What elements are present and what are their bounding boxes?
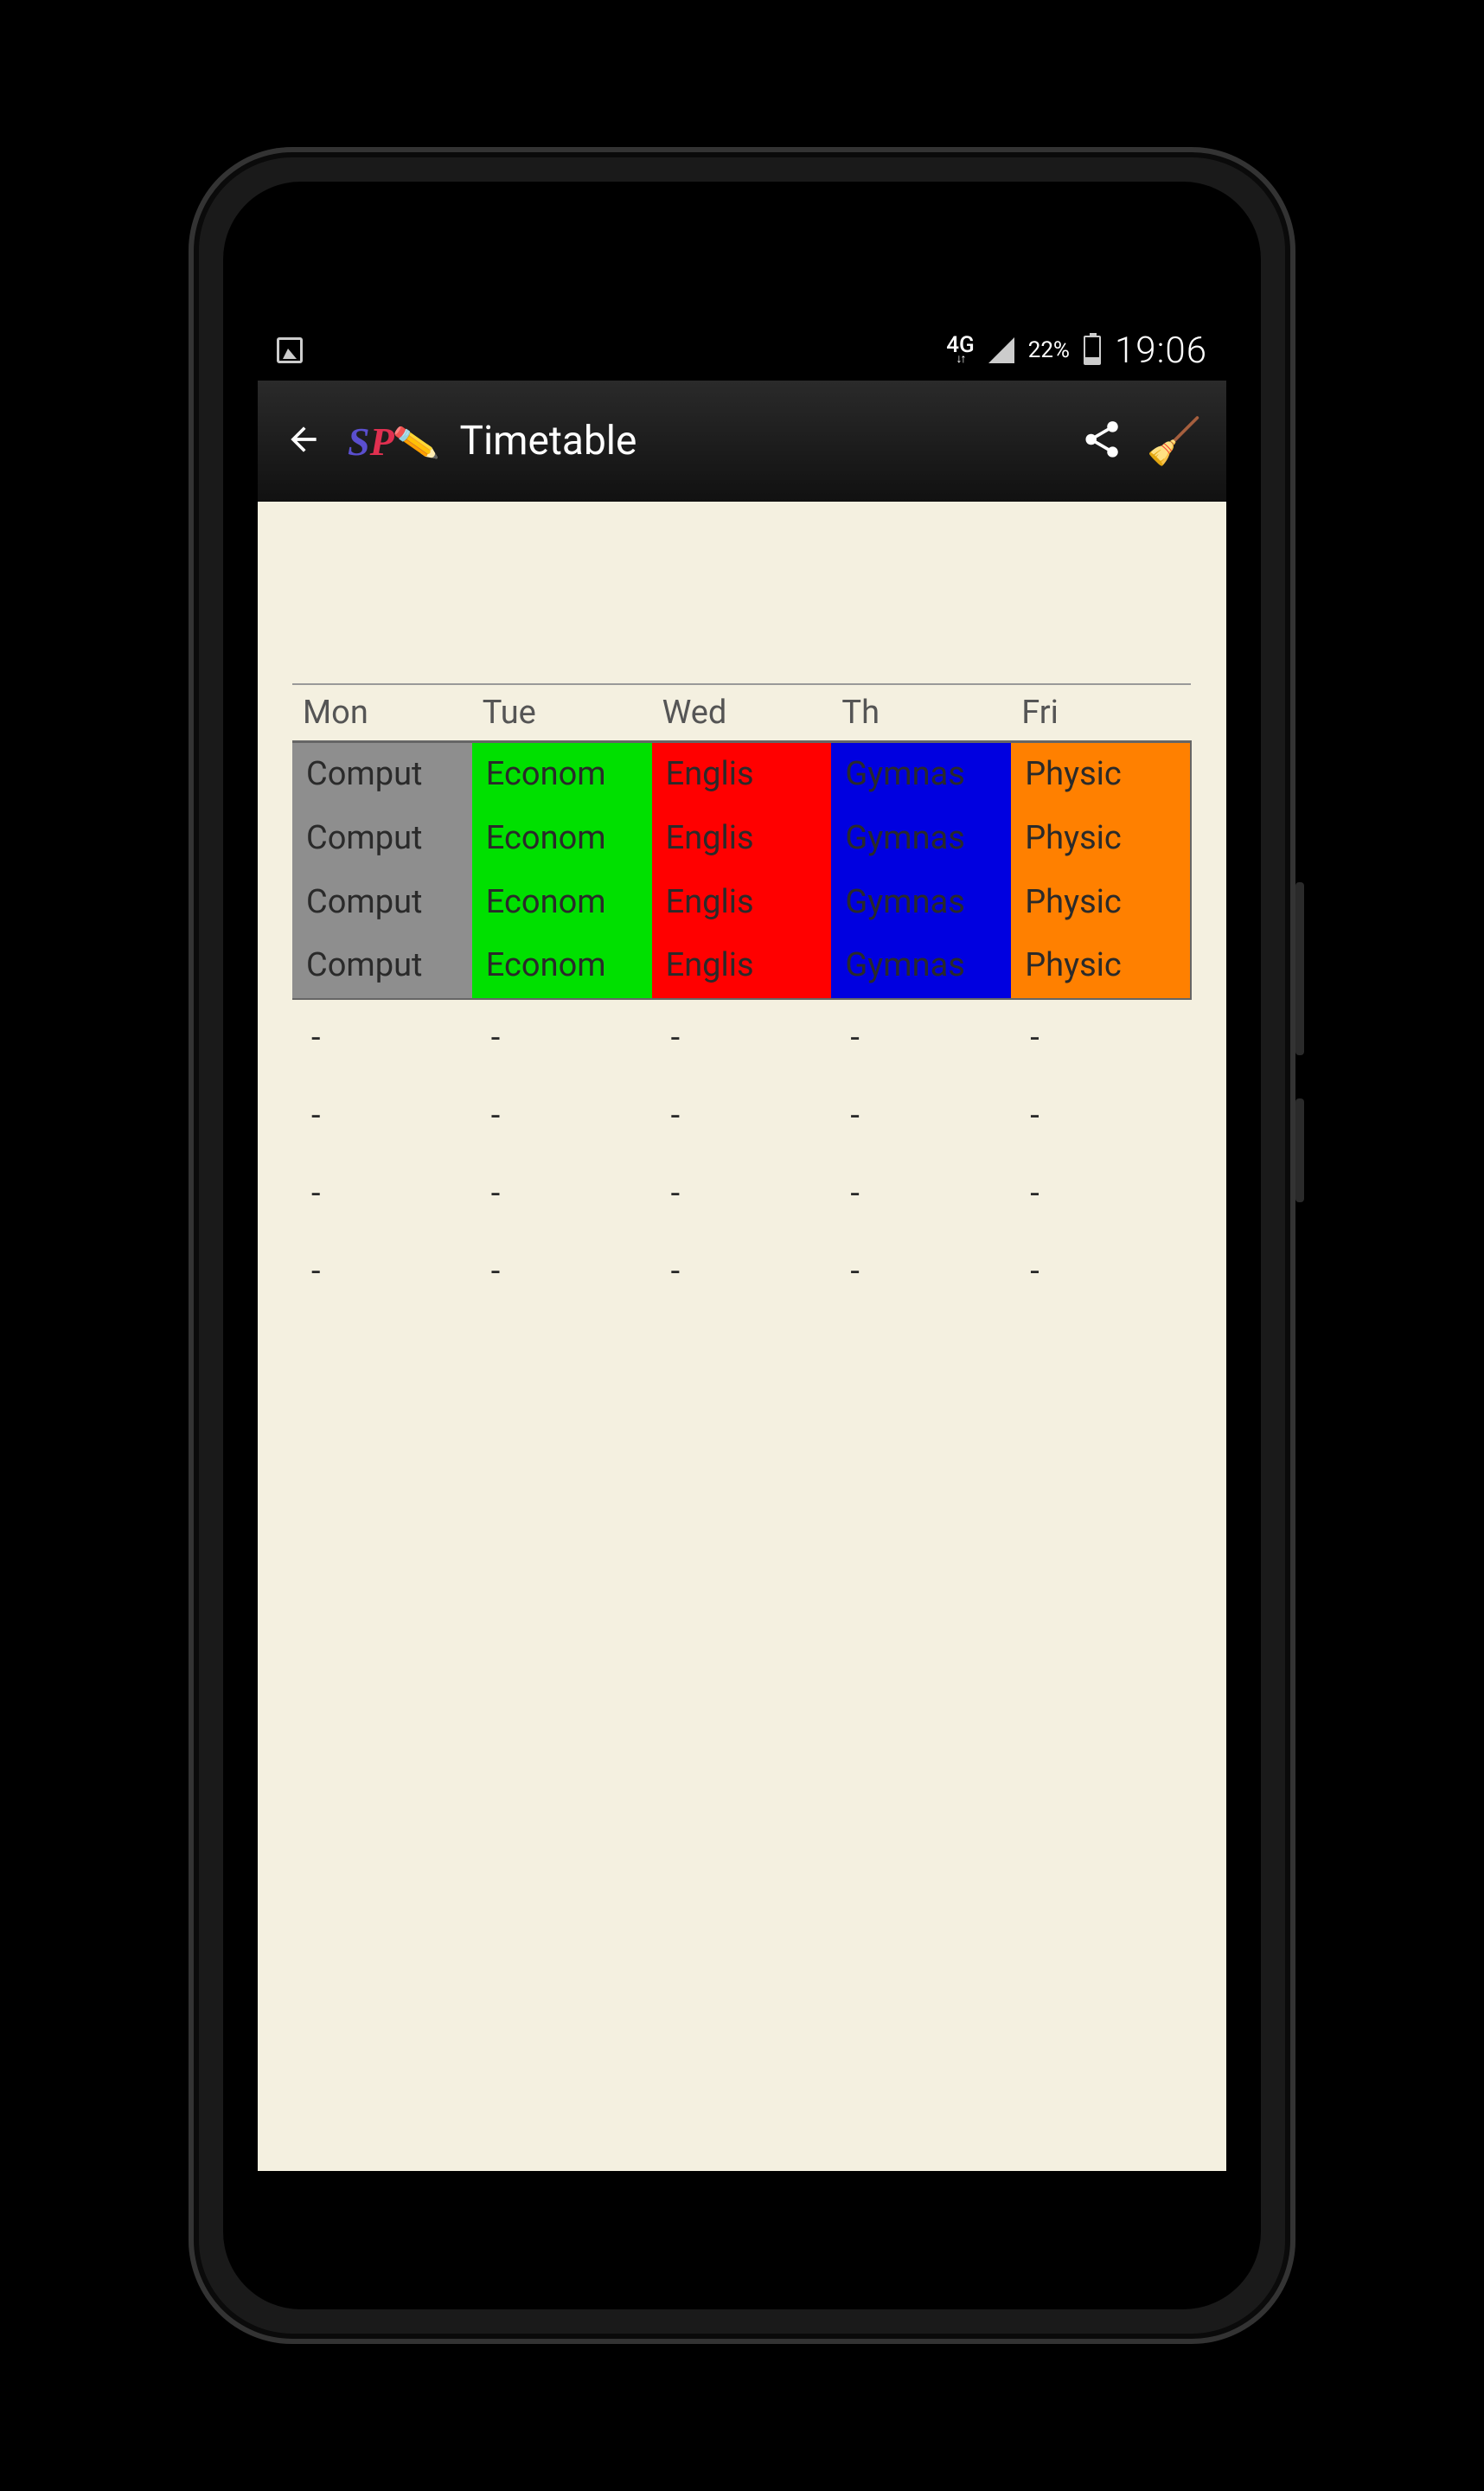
share-button[interactable] xyxy=(1080,418,1123,464)
timetable-cell[interactable]: Econom xyxy=(472,871,652,935)
screen: 4G ↓↑ 22% 19:06 S P ✏️ Tim xyxy=(258,320,1226,2171)
timetable-header-row: Mon Tue Wed Th Fri xyxy=(292,684,1191,742)
timetable-empty-row: ----- xyxy=(292,1078,1191,1156)
timetable-grid: Mon Tue Wed Th Fri ComputEconomEnglisGym… xyxy=(292,683,1192,1310)
timetable-empty-cell[interactable]: - xyxy=(1011,1233,1191,1311)
timetable-empty-cell[interactable]: - xyxy=(292,999,472,1078)
clock: 19:06 xyxy=(1115,330,1207,372)
timetable-row: ComputEconomEnglisGymnasPhysic xyxy=(292,871,1191,935)
timetable-cell[interactable]: Englis xyxy=(652,871,832,935)
picture-icon xyxy=(277,337,303,363)
battery-icon xyxy=(1084,336,1101,365)
broom-icon: 🧹 xyxy=(1146,415,1202,468)
back-arrow-icon xyxy=(285,420,323,458)
share-icon xyxy=(1080,418,1123,461)
timetable-empty-cell[interactable]: - xyxy=(652,1078,832,1156)
timetable-empty-cell[interactable]: - xyxy=(1011,1078,1191,1156)
timetable-empty-cell[interactable]: - xyxy=(831,1233,1011,1311)
header-tue: Tue xyxy=(472,684,652,742)
timetable-row: ComputEconomEnglisGymnasPhysic xyxy=(292,742,1191,807)
timetable-row: ComputEconomEnglisGymnasPhysic xyxy=(292,807,1191,871)
timetable-empty-cell[interactable]: - xyxy=(1011,1156,1191,1233)
timetable-cell[interactable]: Physic xyxy=(1011,807,1191,871)
phone-frame: 4G ↓↑ 22% 19:06 S P ✏️ Tim xyxy=(189,147,1295,2344)
timetable-cell[interactable]: Gymnas xyxy=(831,742,1011,807)
timetable-cell[interactable]: Econom xyxy=(472,742,652,807)
page-title: Timetable xyxy=(460,418,1059,464)
timetable-empty-cell[interactable]: - xyxy=(831,1156,1011,1233)
timetable-cell[interactable]: Econom xyxy=(472,934,652,999)
timetable-cell[interactable]: Gymnas xyxy=(831,807,1011,871)
timetable-cell[interactable]: Englis xyxy=(652,742,832,807)
timetable-empty-row: ----- xyxy=(292,1156,1191,1233)
signal-icon xyxy=(988,337,1014,363)
timetable-cell[interactable]: Physic xyxy=(1011,871,1191,935)
timetable-cell[interactable]: Englis xyxy=(652,807,832,871)
timetable-empty-row: ----- xyxy=(292,1233,1191,1311)
timetable-empty-cell[interactable]: - xyxy=(831,999,1011,1078)
phone-power-button xyxy=(1295,882,1304,1055)
timetable-empty-cell[interactable]: - xyxy=(1011,999,1191,1078)
timetable-cell[interactable]: Physic xyxy=(1011,742,1191,807)
timetable-empty-cell[interactable]: - xyxy=(652,999,832,1078)
timetable-empty-cell[interactable]: - xyxy=(472,1156,652,1233)
header-fri: Fri xyxy=(1011,684,1191,742)
timetable-cell[interactable]: Comput xyxy=(292,807,472,871)
timetable-cell[interactable]: Econom xyxy=(472,807,652,871)
app-bar: S P ✏️ Timetable 🧹 xyxy=(258,381,1226,502)
header-wed: Wed xyxy=(652,684,832,742)
timetable-empty-cell[interactable]: - xyxy=(472,1078,652,1156)
timetable-cell[interactable]: Gymnas xyxy=(831,934,1011,999)
back-button[interactable] xyxy=(282,420,325,462)
timetable-cell[interactable]: Comput xyxy=(292,871,472,935)
timetable-empty-cell[interactable]: - xyxy=(652,1156,832,1233)
timetable-cell[interactable]: Englis xyxy=(652,934,832,999)
timetable-cell[interactable]: Comput xyxy=(292,934,472,999)
content-area: Mon Tue Wed Th Fri ComputEconomEnglisGym… xyxy=(258,502,1226,1310)
pencil-icon: ✏️ xyxy=(391,419,440,467)
timetable-empty-cell[interactable]: - xyxy=(472,1233,652,1311)
battery-percent: 22% xyxy=(1028,337,1070,363)
header-mon: Mon xyxy=(292,684,472,742)
timetable-empty-cell[interactable]: - xyxy=(652,1233,832,1311)
logo-letter-s: S xyxy=(348,419,370,464)
timetable-cell[interactable]: Gymnas xyxy=(831,871,1011,935)
timetable-cell[interactable]: Comput xyxy=(292,742,472,807)
timetable-row: ComputEconomEnglisGymnasPhysic xyxy=(292,934,1191,999)
logo-letter-p: P xyxy=(370,419,394,464)
clear-button[interactable]: 🧹 xyxy=(1146,415,1202,468)
header-thu: Th xyxy=(831,684,1011,742)
app-logo: S P ✏️ xyxy=(348,419,438,464)
timetable-empty-row: ----- xyxy=(292,999,1191,1078)
timetable-empty-cell[interactable]: - xyxy=(831,1078,1011,1156)
status-bar: 4G ↓↑ 22% 19:06 xyxy=(258,320,1226,381)
timetable-empty-cell[interactable]: - xyxy=(292,1156,472,1233)
timetable-empty-cell[interactable]: - xyxy=(472,999,652,1078)
network-icon: 4G ↓↑ xyxy=(946,336,975,364)
timetable-empty-cell[interactable]: - xyxy=(292,1233,472,1311)
phone-volume-button xyxy=(1295,1098,1304,1202)
timetable-empty-cell[interactable]: - xyxy=(292,1078,472,1156)
timetable-cell[interactable]: Physic xyxy=(1011,934,1191,999)
